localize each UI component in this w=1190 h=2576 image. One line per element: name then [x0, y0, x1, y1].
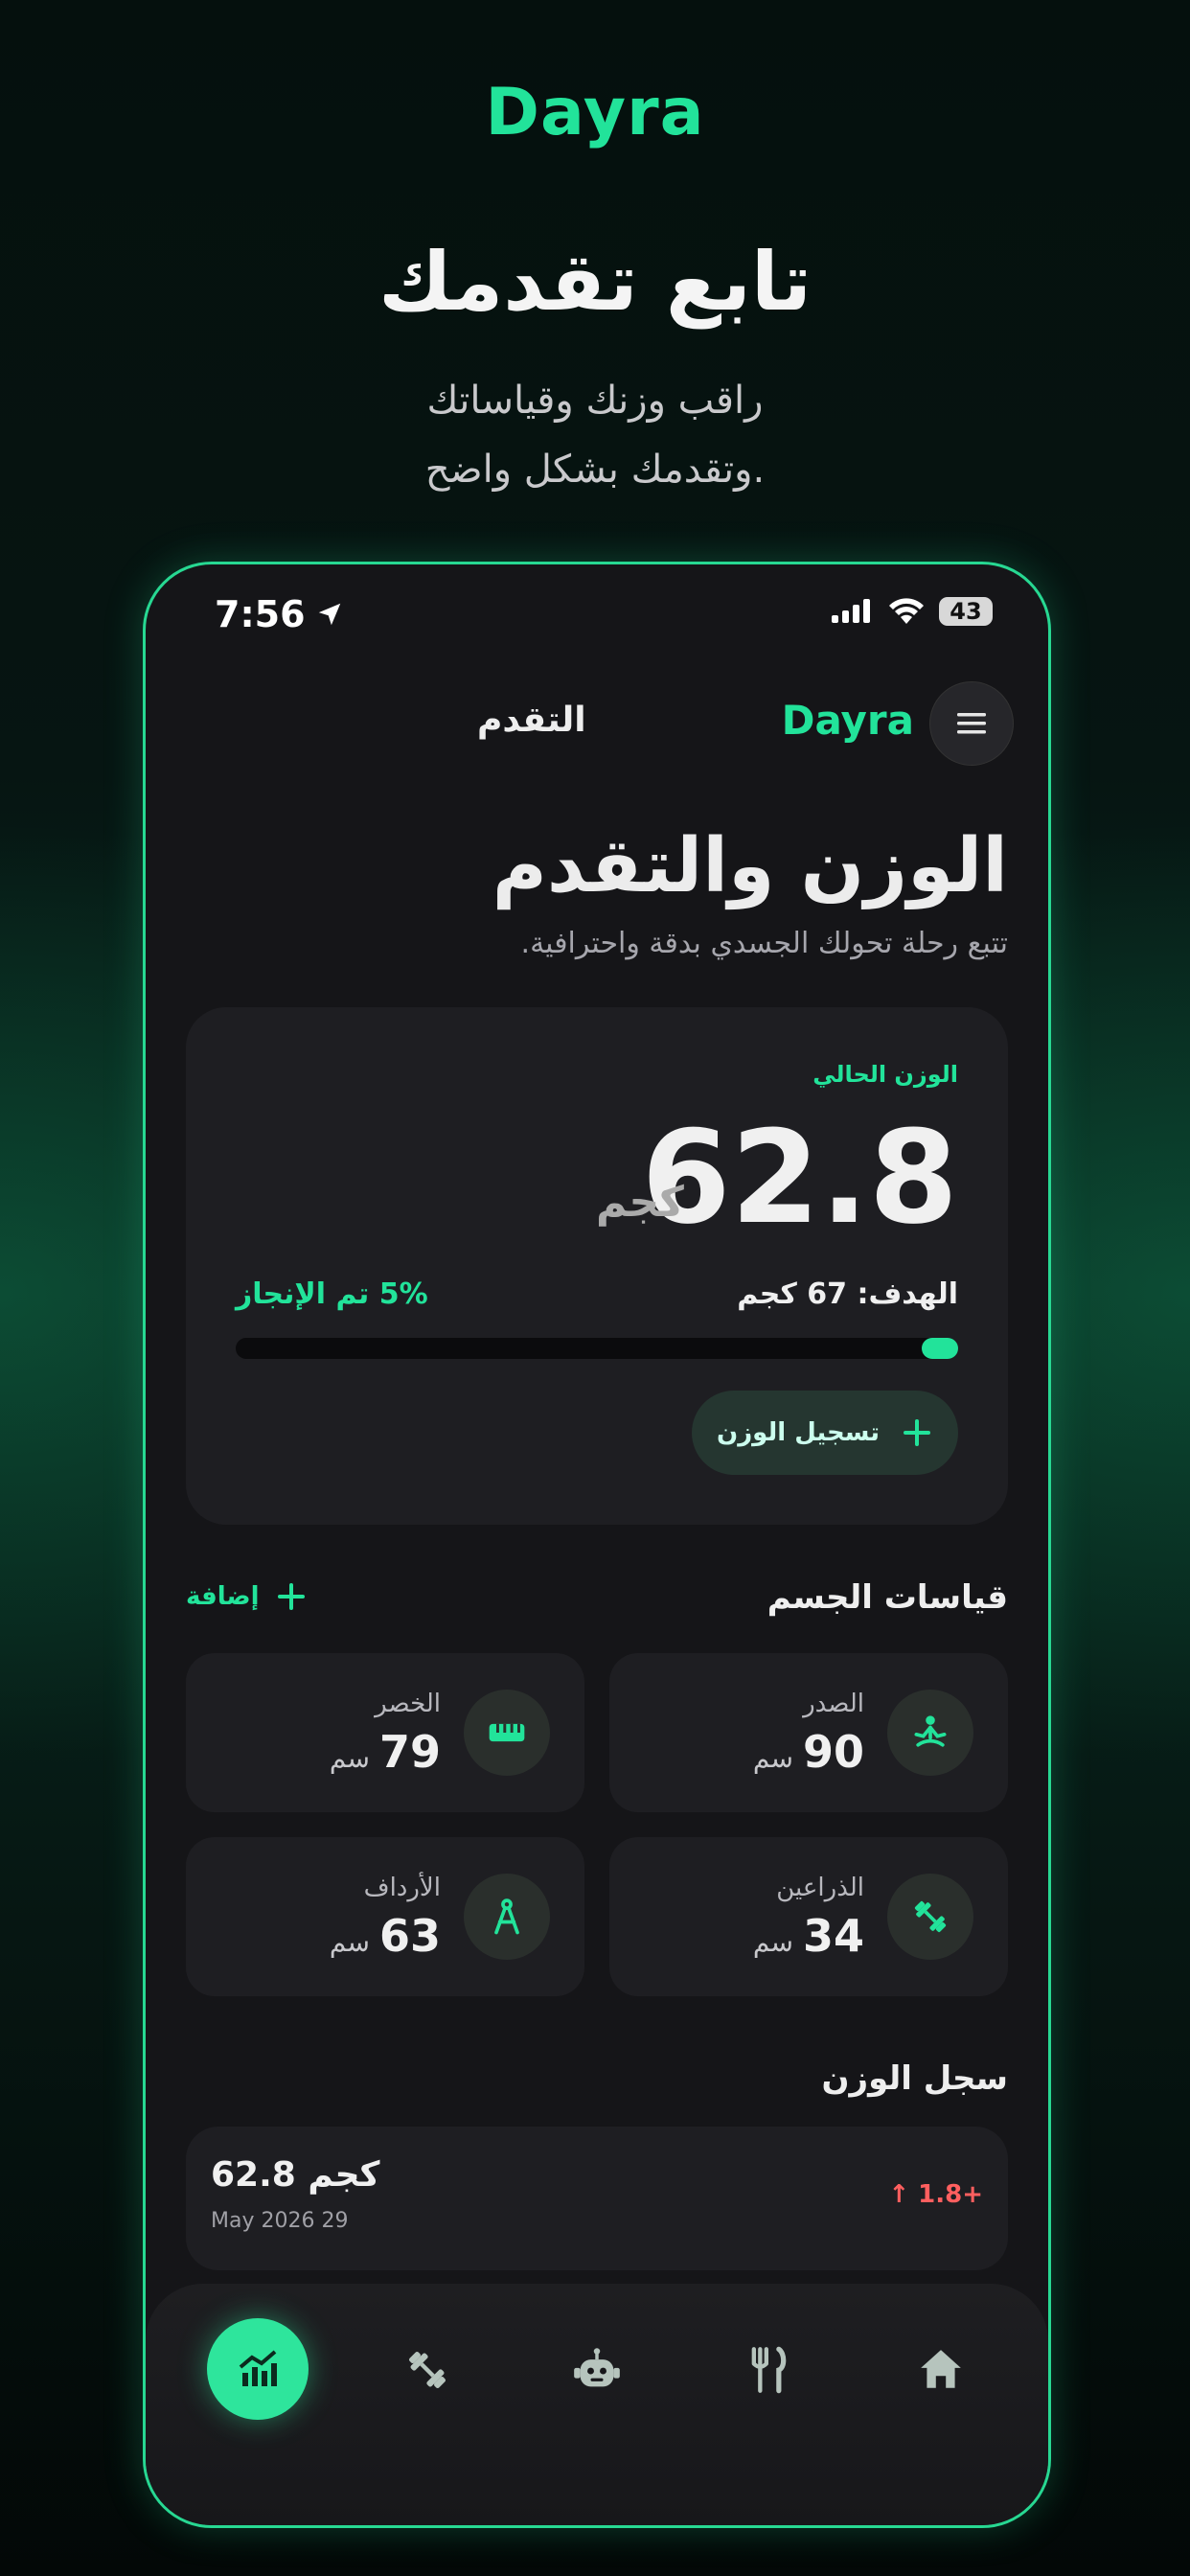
menu-button[interactable]: [929, 681, 1014, 766]
measurement-name: الذراعين: [776, 1874, 864, 1902]
chart-icon: [239, 2350, 277, 2386]
phone-frame: 7:56 43 Dayra التقدم الوزن والتقدم تتبع …: [143, 562, 1051, 2528]
log-weight-button[interactable]: تسجيل الوزن: [692, 1391, 958, 1475]
measurement-unit: سم: [329, 1742, 370, 1774]
measurement-value: 63 سم: [330, 1910, 441, 1962]
measurement-card-arms[interactable]: الذراعين 34 سم: [609, 1837, 1008, 1996]
progress-bar-fill: [922, 1338, 958, 1359]
log-weight-label: تسجيل الوزن: [717, 1418, 880, 1447]
measurement-unit: سم: [752, 1742, 793, 1774]
nav-progress[interactable]: [207, 2318, 309, 2420]
app-header: Dayra التقدم: [146, 679, 1048, 766]
wifi-icon: [889, 598, 924, 624]
measurement-number: 90: [802, 1726, 864, 1778]
current-weight-unit: كجم: [596, 1178, 684, 1227]
current-weight-card: الوزن الحالي 62.8 كجم الهدف: 67 كجم 5% ت…: [186, 1007, 1008, 1525]
measurement-name: الخصر: [375, 1690, 441, 1718]
dumbbell-icon: [408, 2351, 446, 2389]
progress-bar: [236, 1338, 958, 1359]
promo-brand: Dayra: [485, 75, 705, 150]
current-weight-value: 62.8: [641, 1103, 958, 1253]
bottom-nav: [146, 2284, 1048, 2525]
promo-subtitle-line2: وتقدمك بشكل واضح.: [424, 448, 766, 492]
cellular-signal-icon: [832, 599, 870, 623]
add-measurement-button[interactable]: إضافة: [186, 1580, 308, 1613]
status-indicators: 43: [830, 597, 993, 626]
hamburger-icon: [957, 713, 986, 734]
measurement-value: 34 سم: [753, 1910, 864, 1962]
progress-percent: 5% تم الإنجاز: [236, 1277, 428, 1311]
goal-weight: الهدف: 67 كجم: [737, 1277, 958, 1311]
header-page-title: التقدم: [477, 701, 586, 740]
nav-assistant[interactable]: [549, 2322, 645, 2418]
page-title: الوزن والتقدم: [492, 823, 1008, 909]
app-logo: Dayra: [781, 697, 914, 744]
measurement-unit: سم: [752, 1926, 793, 1958]
robot-icon: [574, 2348, 620, 2387]
weight-log-title: سجل الوزن: [821, 2059, 1008, 2098]
log-date: May 2026 29: [211, 2209, 349, 2233]
status-time: 7:56: [215, 593, 344, 635]
measurement-value: 79 سم: [330, 1726, 441, 1778]
plus-icon: [903, 1419, 930, 1446]
promo-title: تابع تقدمك: [378, 235, 812, 329]
measurement-card-chest[interactable]: الصدر 90 سم: [609, 1653, 1008, 1812]
measuring-tape-icon: [464, 1690, 550, 1776]
promo-subtitle: راقب وزنك وقياساتك وتقدمك بشكل واضح.: [0, 366, 1190, 504]
measurement-card-waist[interactable]: الخصر 79 سم: [186, 1653, 584, 1812]
measurement-value: 90 سم: [753, 1726, 864, 1778]
nav-workouts[interactable]: [379, 2322, 475, 2418]
measurement-unit: سم: [329, 1926, 370, 1958]
measurement-number: 34: [802, 1910, 864, 1962]
log-delta: ↑ 1.8+: [888, 2180, 983, 2209]
dumbbell-icon: [887, 1874, 973, 1960]
measurement-name: الأرداف: [363, 1874, 441, 1902]
battery-indicator: 43: [939, 597, 993, 626]
measurement-card-hips[interactable]: الأرداف 63 سم: [186, 1837, 584, 1996]
utensils-icon: [751, 2346, 787, 2394]
promo-subtitle-line1: راقب وزنك وقياساتك: [426, 379, 764, 423]
meditation-icon: [887, 1690, 973, 1776]
measurement-number: 63: [378, 1910, 441, 1962]
plus-icon: [277, 1583, 305, 1610]
nav-home[interactable]: [893, 2322, 989, 2418]
page-subtitle: تتبع رحلة تحولك الجسدي بدقة واحترافية.: [520, 927, 1008, 960]
home-icon: [921, 2350, 961, 2388]
measurement-name: الصدر: [803, 1690, 864, 1718]
weight-log-entry[interactable]: 62.8 كجم May 2026 29 ↑ 1.8+: [186, 2127, 1008, 2270]
location-arrow-icon: [318, 603, 340, 626]
compass-icon: [464, 1874, 550, 1960]
nav-nutrition[interactable]: [721, 2322, 816, 2418]
log-weight: 62.8 كجم: [211, 2155, 380, 2195]
current-weight-label: الوزن الحالي: [812, 1061, 958, 1088]
measurement-number: 79: [378, 1726, 441, 1778]
measurements-title: قياسات الجسم: [767, 1578, 1008, 1617]
status-time-text: 7:56: [215, 593, 306, 635]
add-measurement-label: إضافة: [186, 1582, 260, 1611]
